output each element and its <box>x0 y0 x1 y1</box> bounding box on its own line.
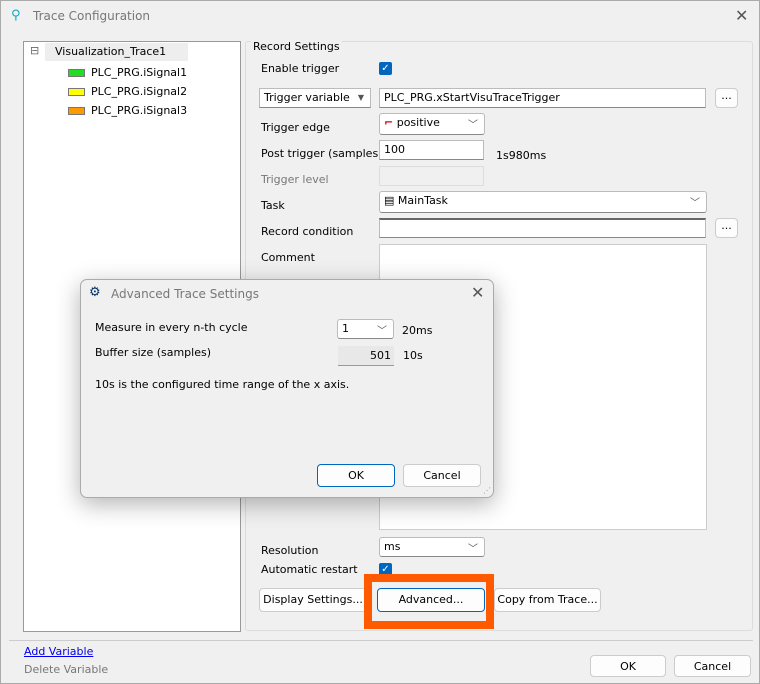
tree-item-isignal1[interactable]: PLC_PRG.iSignal1 <box>68 63 187 82</box>
tree-item-label: PLC_PRG.iSignal1 <box>91 66 188 79</box>
info-text: 10s is the configured time range of the … <box>95 378 350 391</box>
copy-from-trace-button[interactable]: Copy from Trace... <box>494 588 601 612</box>
tree-item-label: PLC_PRG.iSignal2 <box>91 85 188 98</box>
display-settings-button[interactable]: Display Settings... <box>259 588 367 612</box>
resize-grip-icon[interactable]: ⋰ <box>483 486 491 495</box>
trigger-variable-browse-button[interactable]: ... <box>715 88 738 108</box>
highlight-box <box>364 574 494 629</box>
dialog-close-icon[interactable]: ✕ <box>471 283 484 302</box>
collapse-icon[interactable]: ⊟ <box>30 44 39 57</box>
rising-edge-icon: ⌐ <box>384 116 394 129</box>
tree-item-label: PLC_PRG.iSignal3 <box>91 104 188 117</box>
comment-label: Comment <box>261 251 315 264</box>
measure-time: 20ms <box>402 324 433 337</box>
tree-item-isignal2[interactable]: PLC_PRG.iSignal2 <box>68 82 187 101</box>
dialog-ok-button[interactable]: OK <box>317 464 395 487</box>
buffer-size-value: 501 <box>338 346 394 366</box>
measure-cycle-select[interactable]: 1 ﹀ <box>337 319 394 339</box>
advanced-trace-settings-dialog: ⚙ Advanced Trace Settings ✕ Measure in e… <box>80 279 494 498</box>
post-trigger-input[interactable]: 100 <box>379 140 484 160</box>
delete-variable-link: Delete Variable <box>24 663 109 676</box>
post-trigger-time: 1s980ms <box>496 149 547 162</box>
trigger-variable-input[interactable]: PLC_PRG.xStartVisuTraceTrigger <box>379 88 706 108</box>
group-title: Record Settings <box>251 40 342 53</box>
resolution-select[interactable]: ms ﹀ <box>379 537 485 557</box>
color-swatch <box>68 69 85 77</box>
ok-button[interactable]: OK <box>590 655 666 677</box>
buffer-time: 10s <box>403 349 423 362</box>
task-select[interactable]: ▤ MainTask ﹀ <box>379 191 707 213</box>
close-icon[interactable]: ✕ <box>735 6 748 25</box>
post-trigger-label: Post trigger (samples <box>261 147 379 160</box>
divider <box>9 640 753 641</box>
cancel-button[interactable]: Cancel <box>674 655 751 677</box>
enable-trigger-label: Enable trigger <box>261 62 340 75</box>
advanced-settings-icon: ⚙ <box>89 285 101 300</box>
record-condition-label: Record condition <box>261 225 354 238</box>
measure-label: Measure in every n-th cycle <box>95 321 248 334</box>
color-swatch <box>68 107 85 115</box>
dialog-title: Advanced Trace Settings <box>111 287 259 301</box>
buffer-size-label: Buffer size (samples) <box>95 346 212 359</box>
window-title: Trace Configuration <box>33 9 151 23</box>
color-swatch <box>68 88 85 96</box>
tree-root[interactable]: Visualization_Trace1 <box>45 43 188 61</box>
trace-app-icon: ⚲ <box>11 8 21 23</box>
trigger-level-label: Trigger level <box>261 173 329 186</box>
task-label: Task <box>261 199 285 212</box>
record-condition-input[interactable] <box>379 218 706 238</box>
record-condition-browse-button[interactable]: ... <box>715 218 738 238</box>
task-icon: ▤ <box>384 194 395 207</box>
trigger-level-input <box>379 166 484 186</box>
trigger-edge-label: Trigger edge <box>261 121 330 134</box>
enable-trigger-checkbox[interactable]: ✓ <box>379 62 392 75</box>
trigger-variable-dropdown[interactable]: Trigger variable ▼ <box>259 88 371 108</box>
trigger-edge-select[interactable]: ⌐ positive ﹀ <box>379 113 485 135</box>
add-variable-link[interactable]: Add Variable <box>24 645 93 658</box>
automatic-restart-label: Automatic restart <box>261 563 358 576</box>
dialog-cancel-button[interactable]: Cancel <box>403 464 481 487</box>
tree-item-isignal3[interactable]: PLC_PRG.iSignal3 <box>68 101 187 120</box>
resolution-label: Resolution <box>261 544 319 557</box>
